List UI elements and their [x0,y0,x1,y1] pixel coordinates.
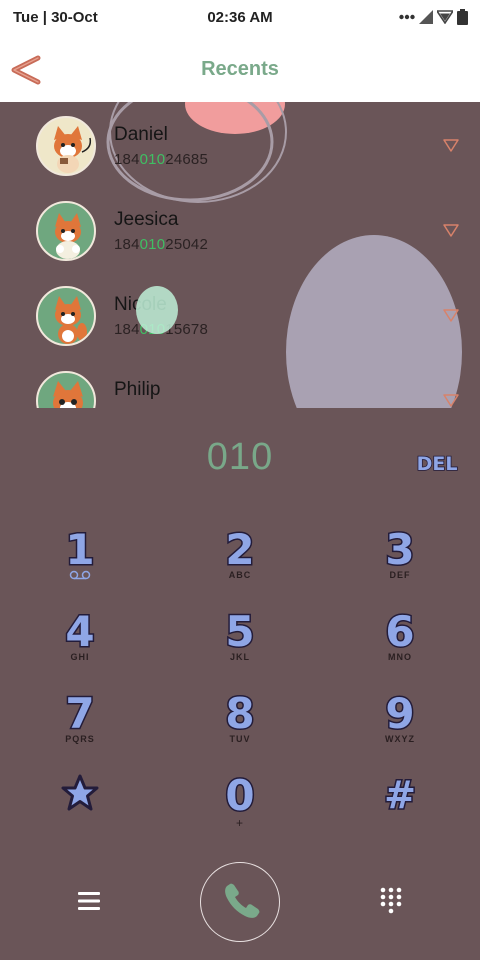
key-digit-graphic: 3 [384,526,416,570]
call-button[interactable] [200,862,280,942]
key-8[interactable]: 8 TUV [190,690,290,762]
svg-text:6: 6 [385,608,414,652]
bottom-bar [0,860,480,960]
star-key-icon [61,774,99,811]
key-7[interactable]: 7 PQRS [30,690,130,762]
delete-label-graphic: DEL [416,452,458,476]
key-letters: MNO [388,652,412,662]
key-digit-graphic: 2 [224,526,256,570]
svg-text:7: 7 [65,690,94,734]
fox-sticker-icon [54,126,92,173]
more-notifications-icon [399,14,415,20]
number-match-highlight: 010 [139,236,166,253]
contact-name: Philip [114,379,161,400]
fox-sticker-icon [55,213,81,259]
dialpad-icon [380,887,402,914]
number-match-highlight: 010 [140,406,166,408]
key-letters: DEF [389,570,411,580]
key-4[interactable]: 4 GHI [30,608,130,680]
contact-name: Daniel [114,124,168,145]
delete-button[interactable]: DEL [414,450,460,476]
svg-text:3: 3 [385,526,414,570]
status-bar: Tue | 30-Oct 02:36 AM [0,0,480,36]
key-letters: PQRS [65,734,95,744]
svg-text:1: 1 [65,526,94,570]
svg-text:8: 8 [225,690,254,734]
menu-icon [78,892,100,910]
battery-icon [457,9,468,25]
contact-number: 18401015128 [114,406,208,408]
triangle-down-icon[interactable] [442,392,460,408]
svg-text:4: 4 [65,608,94,652]
avatar [36,201,96,261]
key-digit-graphic: 8 [224,690,256,734]
fox-sticker-icon [53,381,83,408]
contact-row[interactable]: Philip 18401015128 [0,357,480,408]
contact-row[interactable]: Nicole 18401015678 [0,272,480,357]
key-letters: WXYZ [385,734,415,744]
key-digit-graphic: 9 [384,690,416,734]
key-letters: ABC [228,570,252,580]
status-icons [399,8,468,26]
key-letters: GHI [70,652,90,662]
recents-list[interactable]: Daniel 18401024685 Jeesica 18401025042 1… [0,102,480,408]
contact-row[interactable]: Jeesica 18401025042 [0,187,480,272]
number-match-highlight: 010 [139,151,166,168]
triangle-down-icon[interactable] [442,307,460,323]
menu-button[interactable] [76,890,102,912]
triangle-down-icon[interactable] [442,222,460,238]
key-9[interactable]: 9 WXYZ [350,690,450,762]
svg-text:9: 9 [385,690,414,734]
fox-sticker-icon [55,296,87,344]
svg-text:2: 2 [225,526,254,570]
key-digit-graphic: 5 [224,608,256,652]
key-1[interactable]: 1 [30,526,130,598]
key-hash[interactable]: # [350,772,450,844]
delete-label: DEL [417,453,458,474]
signal-icon [419,10,433,24]
dialpad-toggle-button[interactable] [378,886,404,916]
key-letters: + [235,816,244,830]
key-6[interactable]: 6 MNO [350,608,450,680]
avatar [36,371,96,408]
key-digit-graphic: 0 [224,772,256,816]
dial-input[interactable]: 010 [0,436,480,479]
svg-text:0: 0 [225,772,254,816]
svg-text:5: 5 [225,608,254,652]
wifi-icon [437,10,453,24]
avatar [36,116,96,176]
key-digit-graphic: # [383,772,418,816]
contact-name: Jeesica [114,209,179,230]
contact-number: 18401025042 [114,236,208,253]
key-letters: TUV [229,734,251,744]
key-5[interactable]: 5 JKL [190,608,290,680]
key-2[interactable]: 2 ABC [190,526,290,598]
key-3[interactable]: 3 DEF [350,526,450,598]
touch-indicator [136,286,178,334]
key-letters: JKL [229,652,250,662]
triangle-down-icon[interactable] [442,137,460,153]
svg-text:#: # [384,773,416,816]
key-digit-graphic: 7 [64,690,96,734]
key-star[interactable] [30,772,130,844]
key-digit-graphic: 1 [64,526,96,570]
key-0[interactable]: 0 + [190,772,290,844]
page-title: Recents [201,58,279,80]
contact-number: 18401024685 [114,151,208,168]
contact-row[interactable]: Daniel 18401024685 [0,102,480,187]
key-digit-graphic: 6 [384,608,416,652]
voicemail-icon [69,570,91,580]
key-digit-graphic: 4 [64,608,96,652]
app-bar: Recents [0,36,480,102]
avatar [36,286,96,346]
phone-icon [224,883,259,918]
